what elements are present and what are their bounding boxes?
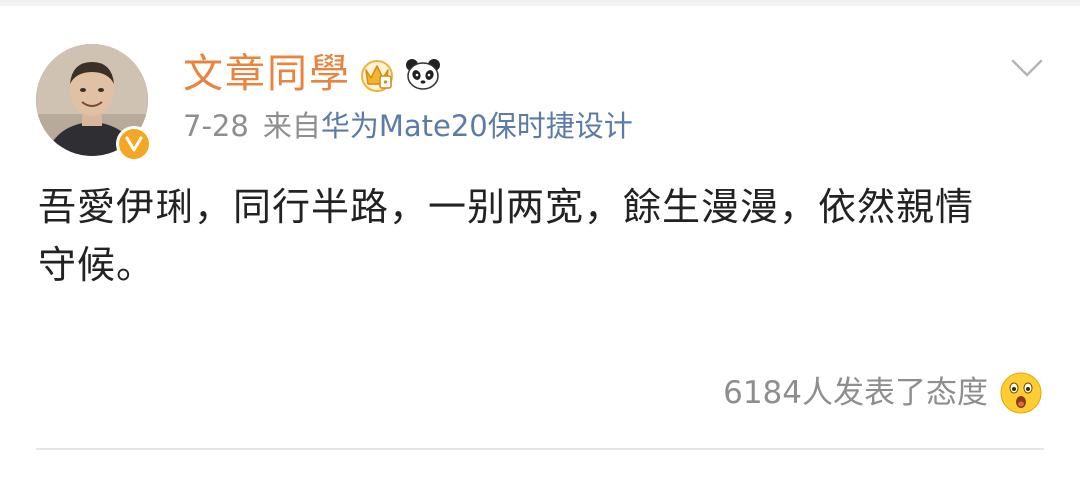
reaction-count: 6184人发表了态度 (723, 375, 988, 411)
verified-v-icon (116, 126, 152, 162)
author-name[interactable]: 文章同學 (183, 48, 351, 100)
post-text-line-1: 吾愛伊琍，同行半路，一别两宽，餘生漫漫，依然親情 (38, 185, 975, 229)
source-device-link[interactable]: 华为Mate20保时捷设计 (321, 109, 633, 143)
crown-badge-icon[interactable] (357, 54, 397, 94)
post-text-line-2: 守候。 (38, 243, 156, 287)
source-prefix: 来自 (262, 109, 321, 143)
action-bar-peek (0, 450, 1080, 478)
top-divider (0, 0, 1080, 6)
avatar-container[interactable] (36, 44, 152, 162)
post-date: 7-28 (183, 109, 249, 143)
reactions-summary[interactable]: 6184人发表了态度 (723, 368, 1042, 418)
post-meta: 7-28 来自华为Mate20保时捷设计 (183, 106, 633, 146)
surprised-face-icon (1000, 372, 1042, 414)
username-row: 文章同學 (183, 48, 443, 100)
post-body[interactable]: 吾愛伊琍，同行半路，一别两宽，餘生漫漫，依然親情 守候。 (38, 178, 1048, 294)
weibo-post-card: 文章同學 7-28 来自华为Mate20保时捷设计 吾愛伊琍，同行半路，一别两宽… (0, 0, 1080, 478)
panda-badge-icon[interactable] (403, 54, 443, 94)
chevron-down-icon[interactable] (1010, 54, 1044, 82)
